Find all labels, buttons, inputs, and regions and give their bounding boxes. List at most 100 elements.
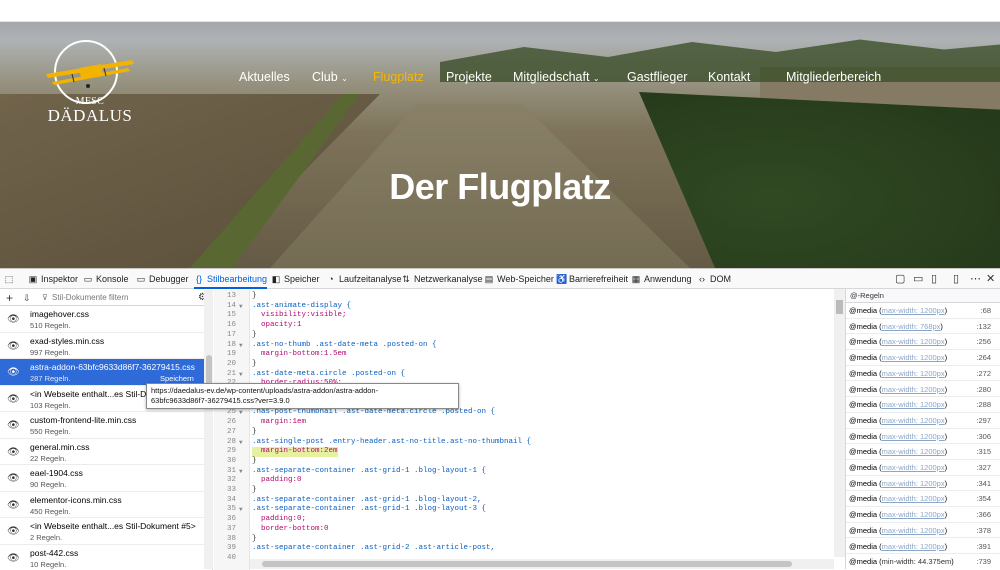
code-line[interactable]: 29 margin-bottom:2em: [214, 447, 814, 457]
media-rule-item[interactable]: @media (max-width: 1200px):288: [846, 397, 1000, 413]
tab-dom[interactable]: ‹›DOM: [697, 269, 731, 289]
media-line-link[interactable]: :341: [976, 476, 991, 492]
code-line[interactable]: 28▼.ast-single-post .entry-header.ast-no…: [214, 438, 814, 448]
media-rule-item[interactable]: @media (max-width: 1200px):366: [846, 507, 1000, 523]
code-line[interactable]: 26 margin:1em: [214, 418, 814, 428]
sheet-list-scroll-thumb[interactable]: [206, 355, 212, 385]
sheet-item[interactable]: 👁eael-1904.css90 Regeln.: [0, 465, 212, 492]
eye-icon[interactable]: 👁: [7, 447, 20, 458]
element-picker-icon[interactable]: ⬚: [4, 269, 22, 289]
media-line-link[interactable]: :280: [976, 382, 991, 398]
code-line[interactable]: 31▼.ast-separate-container .ast-grid-1 .…: [214, 467, 814, 477]
code-line[interactable]: 16 opacity:1: [214, 321, 814, 331]
nav-mitgliedschaft[interactable]: Mitgliedschaft ⌄: [513, 70, 600, 86]
pick-color-icon[interactable]: ▭: [913, 269, 923, 289]
code-line[interactable]: 37 border-bottom:0: [214, 525, 814, 535]
tab-anwendung[interactable]: ▦Anwendung: [631, 269, 692, 289]
sheet-item[interactable]: 👁elementor-icons.min.css450 Regeln.: [0, 492, 212, 519]
media-line-link[interactable]: :264: [976, 350, 991, 366]
media-rule-item[interactable]: @media (max-width: 1200px):341: [846, 476, 1000, 492]
tab-inspektor[interactable]: ▣Inspektor: [28, 269, 78, 289]
media-line-link[interactable]: :132: [976, 319, 991, 335]
code-line[interactable]: 30}: [214, 457, 814, 467]
fold-icon[interactable]: ▼: [239, 438, 243, 448]
site-logo[interactable]: MFSC DÄDALUS: [42, 34, 138, 124]
nav-projekte[interactable]: Projekte: [446, 70, 492, 86]
media-line-link[interactable]: :354: [976, 491, 991, 507]
media-rule-item[interactable]: @media (max-width: 1200px):354: [846, 491, 1000, 507]
nav-flugplatz[interactable]: Flugplatz: [373, 70, 424, 86]
eye-icon[interactable]: 👁: [7, 420, 20, 431]
measure-icon[interactable]: ▯: [931, 269, 937, 289]
tab-konsole[interactable]: ▭Konsole: [83, 269, 129, 289]
media-rule-item[interactable]: @media (max-width: 1200px):280: [846, 382, 1000, 398]
media-line-link[interactable]: :68: [981, 303, 991, 319]
media-line-link[interactable]: :366: [976, 507, 991, 523]
filter-input[interactable]: Stil-Dokumente filtern: [52, 290, 128, 306]
eye-icon[interactable]: 👁: [7, 394, 20, 405]
code-line[interactable]: 14▼.ast-animate-display {: [214, 302, 814, 312]
code-line[interactable]: 39.ast-separate-container .ast-grid-2 .a…: [214, 544, 814, 554]
nav-club[interactable]: Club ⌄: [312, 70, 348, 86]
code-line[interactable]: 25▼.has-post-thumbnail .ast-date-meta.ci…: [214, 408, 814, 418]
media-rule-item[interactable]: @media (max-width: 1200px):315: [846, 444, 1000, 460]
fold-icon[interactable]: ▼: [239, 505, 243, 515]
tab-debugger[interactable]: ▭Debugger: [136, 269, 189, 289]
nav-kontakt[interactable]: Kontakt: [708, 70, 750, 86]
sheet-item[interactable]: 👁post-442.css10 Regeln.: [0, 545, 212, 570]
code-line[interactable]: 32 padding:0: [214, 476, 814, 486]
responsive-design-icon[interactable]: ▢: [895, 269, 905, 289]
fold-icon[interactable]: ▼: [239, 467, 243, 477]
media-line-link[interactable]: :378: [976, 523, 991, 539]
sheet-item-selected[interactable]: 👁astra-addon-63bfc9633d86f7-36279415.css…: [0, 359, 212, 386]
code-line[interactable]: 27}: [214, 428, 814, 438]
tab-stilbearbeitung[interactable]: {}Stilbearbeitung: [194, 269, 267, 289]
media-rule-item[interactable]: @media (max-width: 1200px):256: [846, 334, 1000, 350]
code-editor[interactable]: 13}14▼.ast-animate-display {15 visibilit…: [214, 290, 834, 570]
media-line-link[interactable]: :288: [976, 397, 991, 413]
media-rule-item[interactable]: @media (max-width: 1200px):68: [846, 303, 1000, 319]
dock-icon[interactable]: ▯: [953, 269, 959, 289]
media-line-link[interactable]: :327: [976, 460, 991, 476]
code-line[interactable]: 38}: [214, 535, 814, 545]
media-rule-item[interactable]: @media (max-width: 1200px):378: [846, 523, 1000, 539]
fold-icon[interactable]: ▼: [239, 302, 243, 312]
nav-aktuelles[interactable]: Aktuelles: [239, 70, 290, 86]
media-rule-item[interactable]: @media (max-width: 1200px):297: [846, 413, 1000, 429]
code-line[interactable]: 17}: [214, 331, 814, 341]
fold-icon[interactable]: ▼: [239, 408, 243, 418]
media-line-link[interactable]: :256: [976, 334, 991, 350]
tab-speicher[interactable]: ◧Speicher: [271, 269, 320, 289]
editor-vertical-scrollbar[interactable]: [834, 289, 845, 557]
eye-icon[interactable]: 👁: [7, 314, 20, 325]
code-line[interactable]: 34.ast-separate-container .ast-grid-1 .b…: [214, 496, 814, 506]
code-line[interactable]: 20}: [214, 360, 814, 370]
eye-icon[interactable]: 👁: [7, 500, 20, 511]
nav-gastflieger[interactable]: Gastflieger: [627, 70, 687, 86]
code-line[interactable]: 33}: [214, 486, 814, 496]
media-rule-item[interactable]: @media (min-width: 44.375em):739: [846, 554, 1000, 569]
media-line-link[interactable]: :272: [976, 366, 991, 382]
nav-mitgliederbereich[interactable]: Mitgliederbereich: [786, 70, 881, 86]
media-line-link[interactable]: :391: [976, 539, 991, 555]
media-line-link[interactable]: :297: [976, 413, 991, 429]
code-line[interactable]: 21▼.ast-date-meta.circle .posted-on {: [214, 370, 814, 380]
eye-icon[interactable]: 👁: [7, 367, 20, 378]
tab-web-speicher[interactable]: ▤Web-Speicher: [484, 269, 554, 289]
sheet-item[interactable]: 👁general.min.css22 Regeln.: [0, 439, 212, 466]
eye-icon[interactable]: 👁: [7, 553, 20, 564]
save-button[interactable]: Speichern: [160, 374, 194, 383]
eye-icon[interactable]: 👁: [7, 341, 20, 352]
close-icon[interactable]: ✕: [986, 269, 995, 289]
media-line-link[interactable]: :306: [976, 429, 991, 445]
code-line[interactable]: 15 visibility:visible;: [214, 311, 814, 321]
media-rule-item[interactable]: @media (max-width: 1200px):327: [846, 460, 1000, 476]
code-line[interactable]: 36 padding:0;: [214, 515, 814, 525]
sheet-item[interactable]: 👁imagehover.css510 Regeln.: [0, 306, 212, 333]
more-options-icon[interactable]: ⋯: [970, 269, 981, 289]
fold-icon[interactable]: ▼: [239, 341, 243, 351]
media-rule-item[interactable]: @media (max-width: 1200px):391: [846, 539, 1000, 555]
media-rule-item[interactable]: @media (max-width: 1200px):272: [846, 366, 1000, 382]
code-line[interactable]: 19 margin-bottom:1.5em: [214, 350, 814, 360]
media-line-link[interactable]: :739: [976, 554, 991, 569]
